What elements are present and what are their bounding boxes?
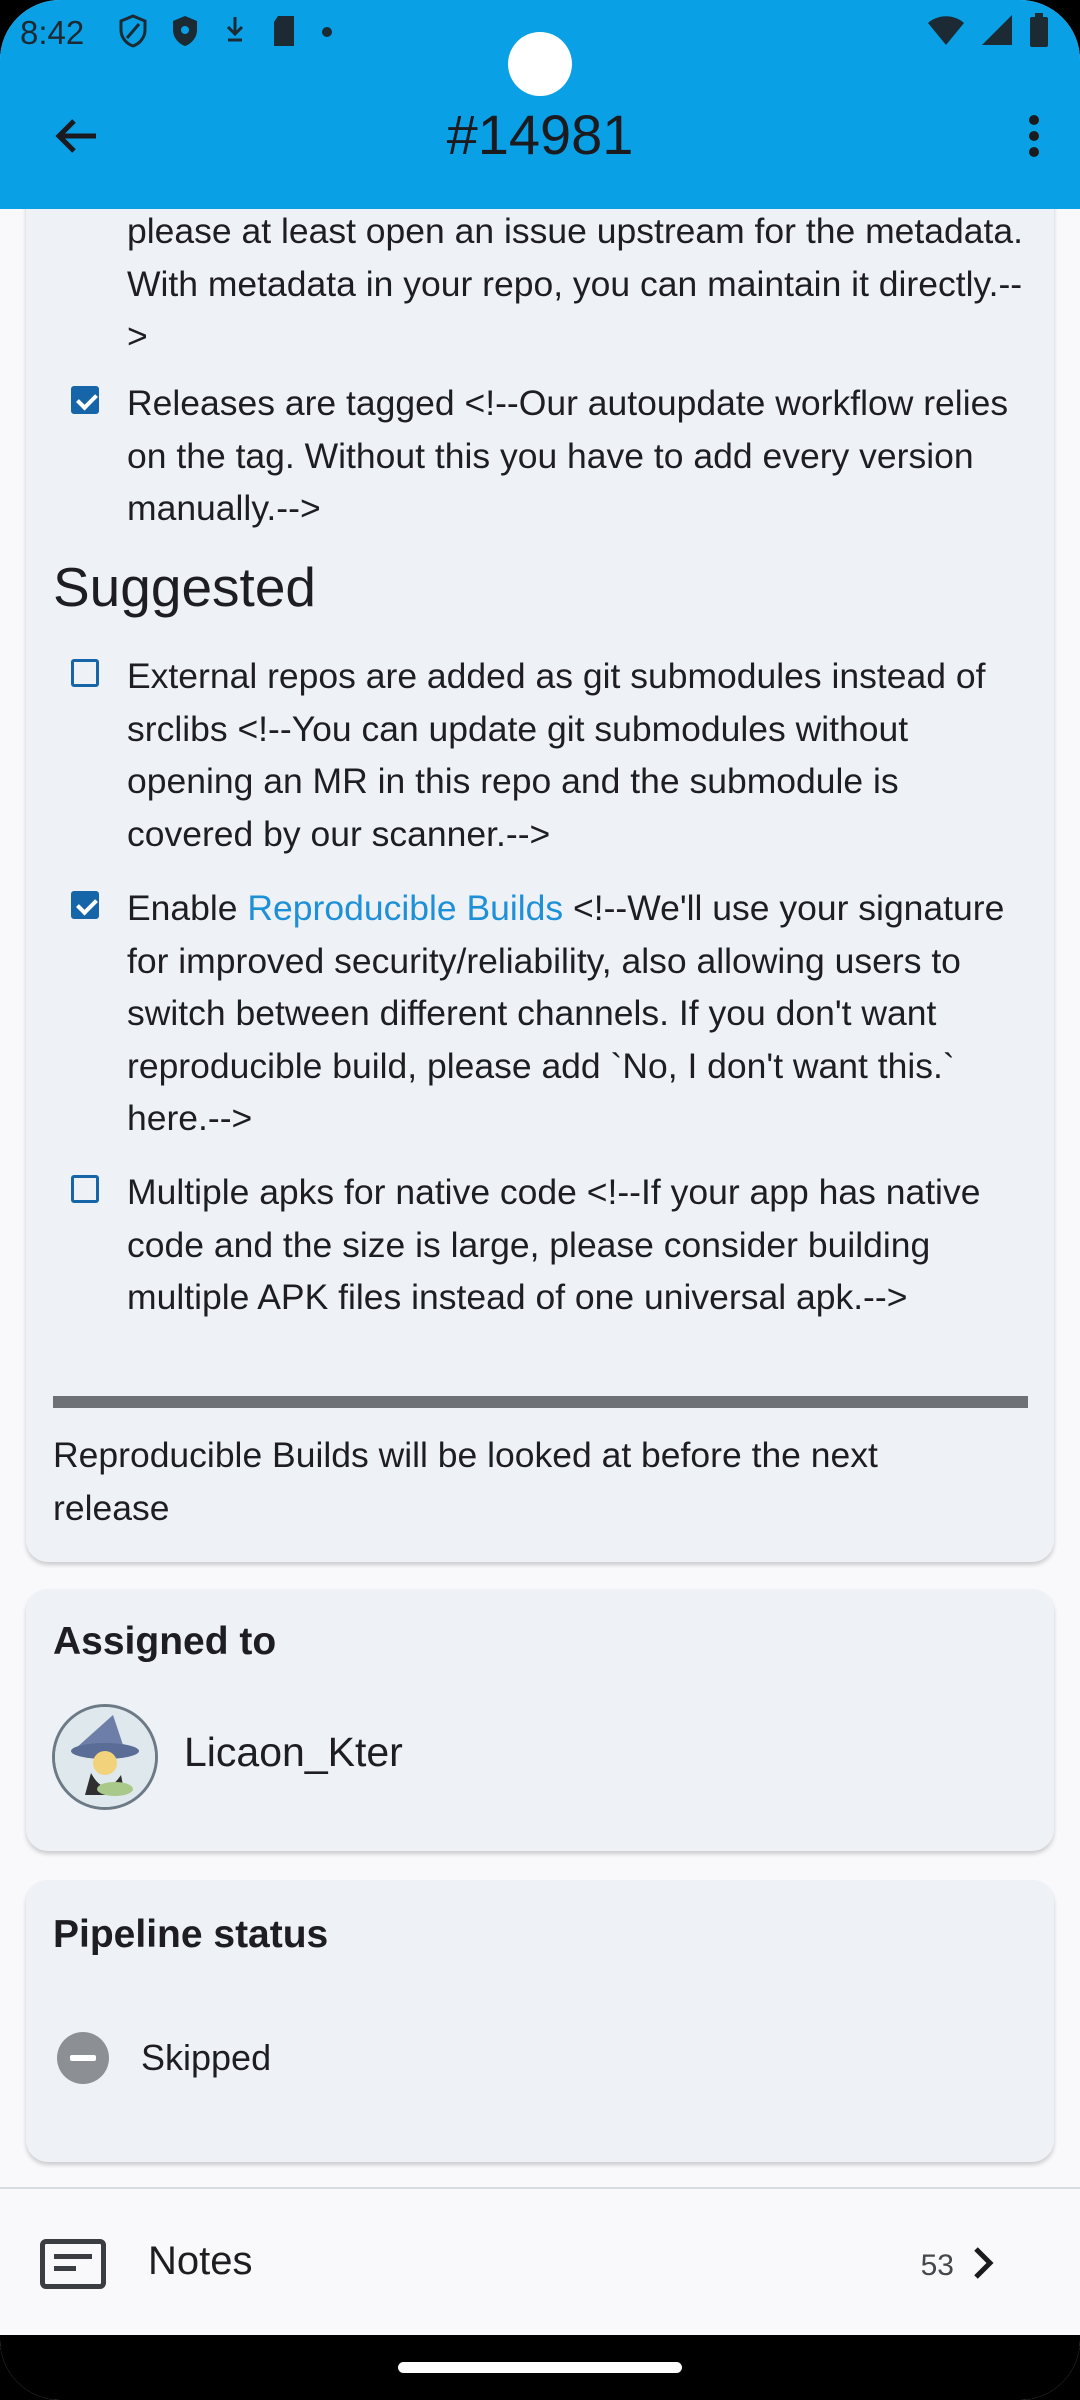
avatar-image — [55, 1707, 155, 1807]
camera-cutout — [508, 32, 572, 96]
checkbox-multiple-apks[interactable] — [71, 1175, 99, 1203]
avatar[interactable] — [52, 1704, 158, 1810]
pipeline-card: Pipeline status Skipped — [26, 1880, 1054, 2162]
issue-title: #14981 — [446, 103, 634, 166]
reproducible-builds-link[interactable]: Reproducible Builds — [247, 888, 563, 928]
checklist-item-multiple-apks: Multiple apks for native code <!--If you… — [127, 1172, 981, 1317]
shield-icon — [173, 16, 197, 46]
section-heading-suggested: Suggested — [53, 556, 316, 618]
more-options-button[interactable] — [1002, 100, 1066, 172]
status-system-icons — [926, 12, 1050, 48]
pipeline-title: Pipeline status — [53, 1913, 329, 1956]
checklist-item-external-repos: External repos are added as git submodul… — [127, 656, 986, 854]
notes-label: Notes — [148, 2239, 253, 2283]
screen: please at least open an issue upstream f… — [0, 0, 1080, 2400]
dot-icon — [322, 27, 332, 37]
description-card: please at least open an issue upstream f… — [26, 120, 1054, 1562]
sd-card-icon — [274, 16, 294, 46]
skipped-icon — [57, 2032, 109, 2084]
status-time: 8:42 — [20, 14, 85, 51]
checkbox-releases-tagged[interactable] — [71, 386, 99, 414]
footer-note: Reproducible Builds will be looked at be… — [53, 1435, 878, 1528]
checklist-item-releases-tagged: Releases are tagged <!--Our autoupdate w… — [127, 383, 1009, 528]
assignee-name[interactable]: Licaon_Kter — [184, 1729, 403, 1776]
checklist-item-reproducible-builds: Enable Reproducible Builds <!--We'll use… — [127, 882, 1027, 1145]
battery-icon — [1030, 13, 1048, 47]
pipeline-status: Skipped — [141, 2037, 272, 2078]
assigned-card: Assigned to Licaon_Kter — [26, 1589, 1054, 1851]
chevron-right-icon — [974, 2247, 994, 2279]
shield-outline-icon — [119, 14, 147, 48]
horizontal-rule — [53, 1396, 1028, 1408]
notes-count: 53 — [920, 2249, 954, 2282]
top-app-bar: 8:42 #14981 — [0, 0, 1080, 209]
description-text-continued: please at least open an issue upstream f… — [127, 211, 1023, 356]
wifi-icon — [928, 16, 964, 45]
more-vert-icon — [1029, 115, 1039, 157]
assigned-title: Assigned to — [53, 1620, 277, 1663]
notes-row[interactable]: Notes 53 — [0, 2187, 1080, 2335]
signal-icon — [982, 15, 1012, 45]
home-gesture-handle[interactable] — [398, 2362, 682, 2373]
reproducible-prefix: Enable — [127, 888, 248, 928]
status-notification-icons — [118, 14, 334, 48]
checkbox-reproducible-builds[interactable] — [71, 891, 99, 919]
notes-icon — [40, 2239, 106, 2289]
download-icon — [226, 17, 244, 42]
checkbox-external-repos[interactable] — [71, 659, 99, 687]
